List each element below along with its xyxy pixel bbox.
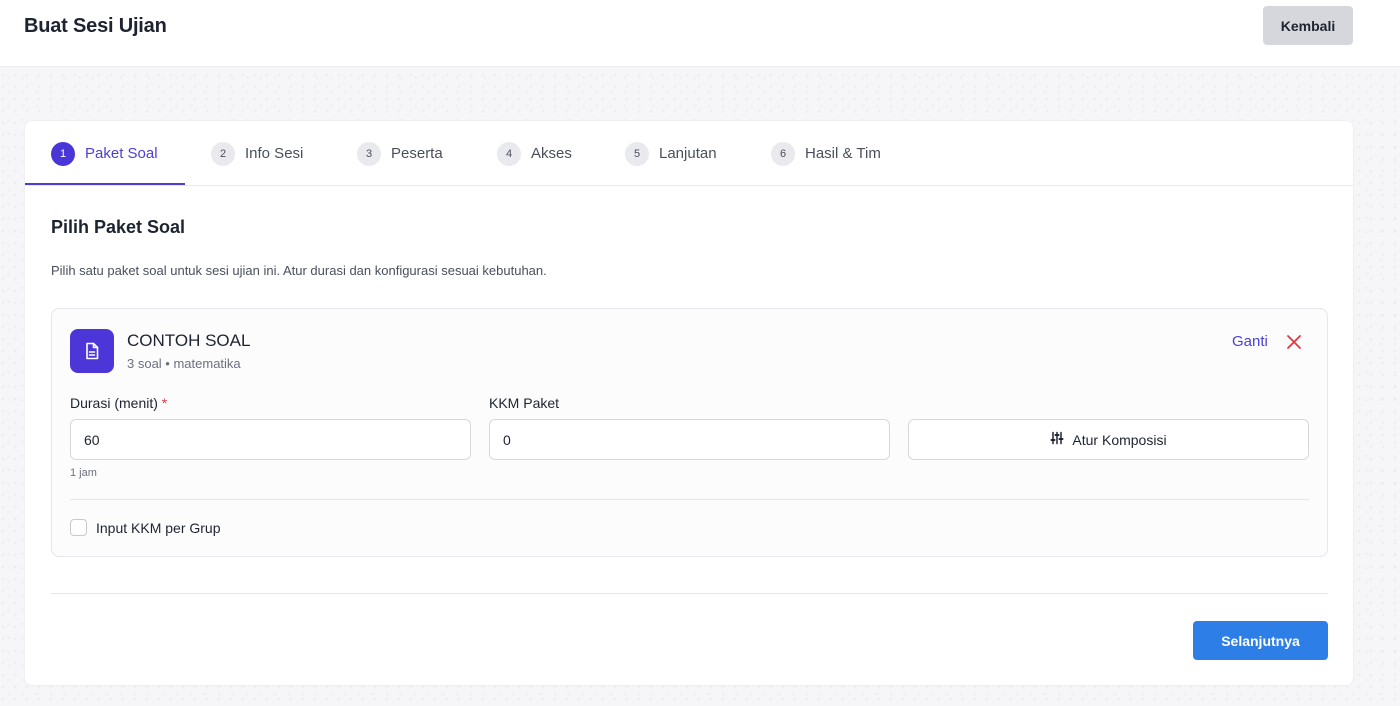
- duration-label: Durasi (menit) *: [70, 395, 167, 411]
- step-number: 3: [357, 141, 381, 166]
- duration-hint: 1 jam: [70, 467, 97, 479]
- wizard-card: 1 Paket Soal 2 Info Sesi 3 Peserta 4 Aks…: [24, 120, 1354, 686]
- kkm-input[interactable]: [489, 419, 890, 460]
- back-button[interactable]: Kembali: [1263, 6, 1353, 45]
- kkm-label: KKM Paket: [489, 395, 560, 411]
- tab-label: Info Sesi: [245, 145, 304, 162]
- required-mark: *: [161, 395, 168, 411]
- tab-peserta[interactable]: 3 Peserta: [357, 121, 443, 186]
- group-kkm-label: Input KKM per Grup: [96, 519, 221, 536]
- tab-label: Hasil & Tim: [805, 145, 881, 162]
- active-tab-indicator: [25, 183, 185, 185]
- selected-package-card: CONTOH SOAL 3 soal • matematika Ganti Du…: [51, 308, 1328, 557]
- tab-label: Paket Soal: [85, 145, 158, 162]
- tab-hasil-tim[interactable]: 6 Hasil & Tim: [771, 121, 881, 186]
- duration-label-text: Durasi (menit): [70, 395, 158, 411]
- step-number: 6: [771, 141, 795, 166]
- group-kkm-checkbox[interactable]: [70, 519, 87, 536]
- tab-paket-soal[interactable]: 1 Paket Soal: [51, 121, 158, 186]
- change-package-link[interactable]: Ganti: [1232, 333, 1268, 350]
- atur-komposisi-label: Atur Komposisi: [1072, 431, 1167, 448]
- sliders-icon: [1050, 431, 1072, 448]
- next-button[interactable]: Selanjutnya: [1193, 621, 1328, 660]
- atur-komposisi-button[interactable]: Atur Komposisi: [908, 419, 1309, 460]
- step-number: 1: [51, 141, 75, 166]
- step-number: 5: [625, 141, 649, 166]
- tab-label: Akses: [531, 145, 572, 162]
- tab-info-sesi[interactable]: 2 Info Sesi: [211, 121, 303, 186]
- section-title: Pilih Paket Soal: [51, 217, 186, 237]
- step-number: 2: [211, 141, 235, 166]
- document-icon: [70, 329, 114, 373]
- group-kkm-toggle[interactable]: Input KKM per Grup: [70, 519, 221, 536]
- package-meta: 3 soal • matematika: [127, 356, 241, 371]
- tab-label: Peserta: [391, 145, 443, 162]
- divider: [70, 499, 1309, 500]
- page-title: Buat Sesi Ujian: [24, 15, 167, 37]
- package-name: CONTOH SOAL: [127, 331, 251, 350]
- step-tabs: 1 Paket Soal 2 Info Sesi 3 Peserta 4 Aks…: [25, 121, 1353, 186]
- section-description: Pilih satu paket soal untuk sesi ujian i…: [51, 263, 547, 278]
- tab-label: Lanjutan: [659, 145, 717, 162]
- footer-divider: [51, 593, 1328, 594]
- duration-input[interactable]: [70, 419, 471, 460]
- close-icon[interactable]: [1285, 333, 1303, 351]
- top-bar: Buat Sesi Ujian Kembali: [0, 0, 1400, 67]
- tab-lanjutan[interactable]: 5 Lanjutan: [625, 121, 717, 186]
- step-number: 4: [497, 141, 521, 166]
- tab-akses[interactable]: 4 Akses: [497, 121, 572, 186]
